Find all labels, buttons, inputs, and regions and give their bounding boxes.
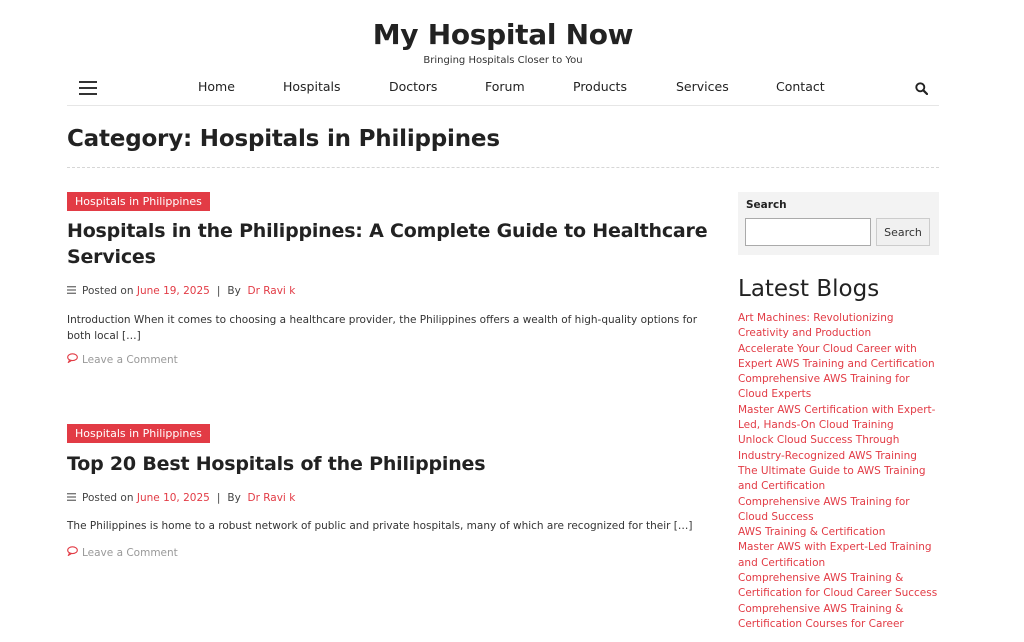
latest-blog-link[interactable]: Accelerate Your Cloud Career with Expert… (738, 342, 941, 373)
latest-blog-link[interactable]: Unlock Cloud Success Through Industry-Re… (738, 433, 941, 464)
search-input[interactable] (745, 218, 871, 246)
latest-blog-link[interactable]: Master AWS Certification with Expert-Led… (738, 403, 941, 434)
post-date[interactable]: June 19, 2025 (137, 285, 210, 297)
nav-forum[interactable]: Forum (485, 79, 525, 94)
latest-blog-link[interactable]: Comprehensive AWS Training & Certificati… (738, 571, 941, 602)
post-excerpt: Introduction When it comes to choosing a… (67, 314, 698, 342)
post-category-badge[interactable]: Hospitals in Philippines (67, 192, 210, 211)
main-navigation: Home Hospitals Doctors Forum Products Se… (67, 72, 939, 106)
post-title[interactable]: Top 20 Best Hospitals of the Philippines (67, 451, 717, 477)
search-widget: Search Search (738, 192, 939, 255)
posted-on-label: Posted on (82, 285, 134, 297)
leave-comment-label[interactable]: Leave a Comment (82, 547, 178, 559)
list-icon (67, 492, 76, 504)
site-title[interactable]: My Hospital Now (0, 18, 1006, 51)
latest-blogs-list: Art Machines: Revolutionizing Creativity… (738, 311, 941, 632)
search-button[interactable]: Search (876, 218, 930, 246)
post-author[interactable]: Dr Ravi k (247, 492, 295, 504)
site-tagline: Bringing Hospitals Closer to You (423, 55, 583, 66)
post-meta: Posted on June 10, 2025 | By Dr Ravi k (67, 492, 295, 504)
list-icon (67, 285, 76, 297)
meta-separator: | (216, 492, 221, 504)
latest-blog-link[interactable]: The Ultimate Guide to AWS Training and C… (738, 464, 941, 495)
hamburger-menu-icon[interactable] (79, 81, 97, 95)
post-meta: Posted on June 19, 2025 | By Dr Ravi k (67, 285, 295, 297)
latest-blog-link[interactable]: Master AWS with Expert-Led Training and … (738, 540, 941, 571)
nav-doctors[interactable]: Doctors (389, 79, 437, 94)
latest-blog-link[interactable]: Comprehensive AWS Training for Cloud Exp… (738, 372, 941, 403)
search-icon[interactable] (915, 80, 929, 99)
latest-blog-link[interactable]: Art Machines: Revolutionizing Creativity… (738, 311, 941, 342)
post-category-badge[interactable]: Hospitals in Philippines (67, 424, 210, 443)
by-label: By (227, 492, 241, 504)
comment-bubble-icon (67, 353, 82, 366)
latest-blogs-heading: Latest Blogs (738, 276, 880, 302)
nav-home[interactable]: Home (198, 79, 235, 94)
posted-on-label: Posted on (82, 492, 134, 504)
category-heading: Category: Hospitals in Philippines (67, 126, 500, 152)
heading-divider (67, 167, 939, 168)
nav-services[interactable]: Services (676, 79, 729, 94)
comment-bubble-icon (67, 546, 82, 559)
post-date[interactable]: June 10, 2025 (137, 492, 210, 504)
post-excerpt: The Philippines is home to a robust netw… (67, 520, 693, 532)
nav-hospitals[interactable]: Hospitals (283, 79, 341, 94)
nav-products[interactable]: Products (573, 79, 627, 94)
leave-comment-label[interactable]: Leave a Comment (82, 354, 178, 366)
nav-contact[interactable]: Contact (776, 79, 825, 94)
latest-blog-link[interactable]: AWS Training & Certification (738, 525, 941, 540)
latest-blog-link[interactable]: Comprehensive AWS Training & Certificati… (738, 602, 941, 633)
latest-blog-link[interactable]: Comprehensive AWS Training for Cloud Suc… (738, 495, 941, 526)
search-widget-label: Search (746, 199, 787, 211)
leave-comment-link[interactable]: Leave a Comment (67, 546, 178, 559)
post-author[interactable]: Dr Ravi k (247, 285, 295, 297)
by-label: By (227, 285, 241, 297)
leave-comment-link[interactable]: Leave a Comment (67, 353, 178, 366)
post-title[interactable]: Hospitals in the Philippines: A Complete… (67, 218, 717, 270)
meta-separator: | (216, 285, 221, 297)
